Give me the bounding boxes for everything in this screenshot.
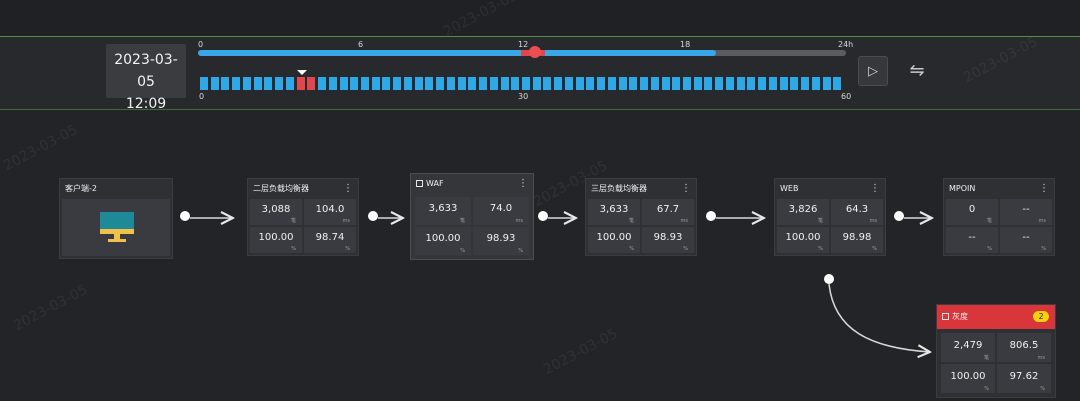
metric-success-rate: 100.00% [777, 227, 829, 253]
metric-count: 3,826 笔 [777, 199, 829, 225]
metric-latency: -- ms [1000, 199, 1052, 225]
node-title: 三层负载均衡器 [591, 184, 647, 193]
link-waf-to-lb3 [538, 211, 576, 221]
more-icon[interactable]: ⋮ [518, 174, 528, 194]
more-icon[interactable]: ⋮ [681, 179, 691, 199]
metric-count: 3,088 笔 [250, 199, 302, 225]
node-title: WEB [780, 184, 799, 193]
metric-count: 3,633 笔 [415, 197, 471, 225]
node-title: 二层负载均衡器 [253, 184, 309, 193]
metric-rate: 98.98% [831, 227, 883, 253]
group-icon [942, 313, 949, 320]
metric-count: 2,479 笔 [941, 333, 995, 362]
monitor-icon [100, 212, 134, 242]
link-web-to-gray [824, 274, 930, 352]
node-waf[interactable]: WAF ⋮ 3,633 笔 74.0 ms 100.00% 98.93% [410, 173, 534, 260]
node-title: 客户端-2 [65, 184, 97, 193]
metric-success-rate: --% [946, 227, 998, 253]
node-web[interactable]: WEB ⋮ 3,826 笔 64.3 ms 100.00% 98.98% [774, 178, 886, 256]
link-client-to-lb2 [180, 211, 233, 221]
node-lb2[interactable]: 二层负载均衡器 ⋮ 3,088 笔 104.0 ms 100.00% 98.74% [247, 178, 359, 256]
alert-count-badge[interactable]: 2 [1033, 311, 1049, 322]
metric-count: 3,633 笔 [588, 199, 640, 225]
more-icon[interactable]: ⋮ [343, 179, 353, 199]
node-title: MPOIN [949, 184, 976, 193]
metric-success-rate: 100.00% [941, 364, 995, 393]
link-lb2-to-waf [368, 211, 403, 221]
metric-latency: 74.0 ms [473, 197, 529, 225]
metric-rate: 98.74% [304, 227, 356, 253]
group-icon [416, 180, 423, 187]
metric-latency: 64.3 ms [831, 199, 883, 225]
metric-success-rate: 100.00% [250, 227, 302, 253]
node-title: 灰度 [952, 312, 968, 321]
metric-latency: 67.7 ms [642, 199, 694, 225]
metric-rate: 97.62% [997, 364, 1051, 393]
more-icon[interactable]: ⋮ [1039, 179, 1049, 199]
metric-latency: 806.5 ms [997, 333, 1051, 362]
link-lb3-to-web [706, 211, 764, 221]
node-title: WAF [426, 179, 444, 188]
node-lb3[interactable]: 三层负载均衡器 ⋮ 3,633 笔 67.7 ms 100.00% 98.93% [585, 178, 697, 256]
node-body [62, 199, 170, 256]
node-client[interactable]: 客户端-2 [59, 178, 173, 259]
metric-success-rate: 100.00% [588, 227, 640, 253]
node-gray-release[interactable]: 灰度 2 2,479 笔 806.5 ms 100.00% 97.62% [936, 304, 1056, 398]
metric-rate: 98.93% [473, 227, 529, 255]
link-web-to-mpoin [894, 211, 932, 221]
node-mpoin[interactable]: MPOIN ⋮ 0笔 -- ms --% --% [943, 178, 1055, 256]
metric-rate: 98.93% [642, 227, 694, 253]
more-icon[interactable]: ⋮ [870, 179, 880, 199]
metric-success-rate: 100.00% [415, 227, 471, 255]
metric-rate: --% [1000, 227, 1052, 253]
metric-count: 0笔 [946, 199, 998, 225]
metric-latency: 104.0 ms [304, 199, 356, 225]
